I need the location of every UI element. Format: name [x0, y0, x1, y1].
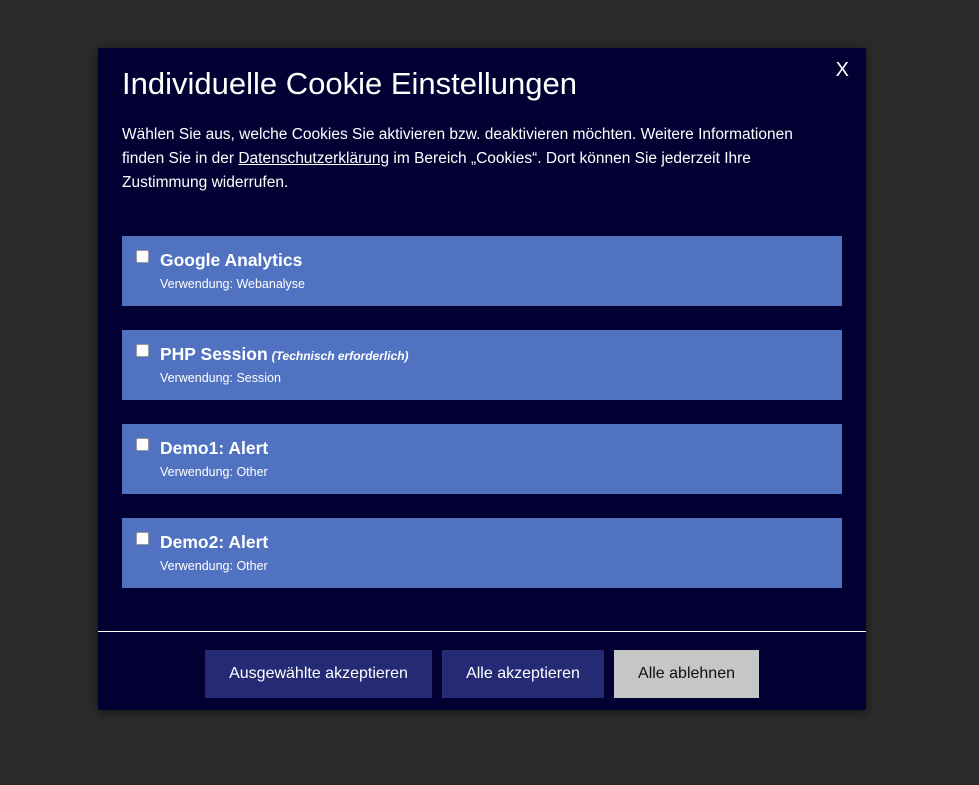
cookie-name: PHP Session (Technisch erforderlich): [160, 344, 409, 366]
cookie-name: Demo1: Alert: [160, 438, 268, 458]
modal-title: Individuelle Cookie Einstellungen: [122, 66, 577, 101]
cookie-usage: Verwendung: Session: [160, 371, 281, 385]
cookie-checkbox-demo2-alert[interactable]: [136, 532, 149, 545]
cookie-required-tag: (Technisch erforderlich): [271, 349, 409, 363]
cookie-usage: Verwendung: Other: [160, 559, 268, 573]
accept-all-button[interactable]: Alle akzeptieren: [442, 650, 604, 698]
cookie-name-label: Demo2: Alert: [160, 532, 269, 552]
cookie-name-label: Demo1: Alert: [160, 438, 269, 458]
privacy-policy-link[interactable]: Datenschutzerklärung: [238, 150, 389, 167]
cookie-item-demo2-alert: Demo2: Alert Verwendung: Other: [122, 518, 842, 588]
cookie-name: Google Analytics: [160, 250, 302, 270]
cookie-checkbox-php-session[interactable]: [136, 344, 149, 357]
cookie-list: Google Analytics Verwendung: Webanalyse …: [122, 236, 842, 612]
cookie-item-demo1-alert: Demo1: Alert Verwendung: Other: [122, 424, 842, 494]
cookie-name-label: PHP Session: [160, 344, 268, 364]
modal-footer: Ausgewählte akzeptieren Alle akzeptieren…: [98, 650, 866, 698]
cookie-settings-modal: X Individuelle Cookie Einstellungen Wähl…: [98, 48, 866, 710]
cookie-item-php-session: PHP Session (Technisch erforderlich) Verw…: [122, 330, 842, 400]
cookie-usage: Verwendung: Webanalyse: [160, 277, 306, 291]
footer-divider: [98, 631, 866, 632]
cookie-checkbox-demo1-alert[interactable]: [136, 438, 149, 451]
cookie-usage: Verwendung: Other: [160, 465, 268, 479]
cookie-name-label: Google Analytics: [160, 250, 303, 270]
intro-text: Wählen Sie aus, welche Cookies Sie aktiv…: [122, 123, 832, 195]
close-button[interactable]: X: [836, 59, 849, 81]
cookie-name: Demo2: Alert: [160, 532, 268, 552]
cookie-checkbox-google-analytics[interactable]: [136, 250, 149, 263]
cookie-item-google-analytics: Google Analytics Verwendung: Webanalyse: [122, 236, 842, 306]
reject-all-button[interactable]: Alle ablehnen: [614, 650, 759, 698]
accept-selected-button[interactable]: Ausgewählte akzeptieren: [205, 650, 432, 698]
